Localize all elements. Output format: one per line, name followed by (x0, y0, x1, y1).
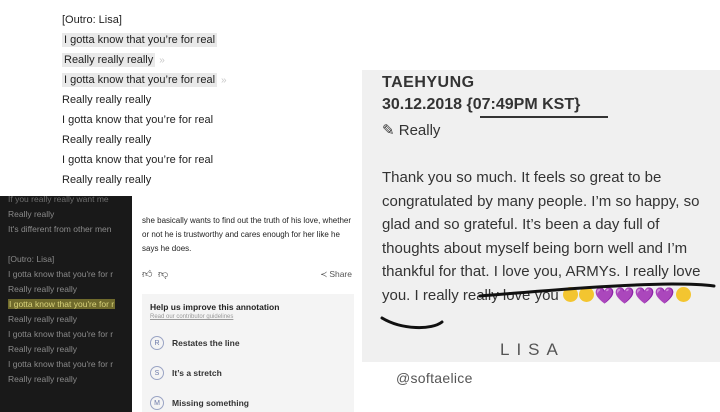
credit-handle: @softaelice (396, 370, 473, 386)
dark-lyric-text: I gotta know that you're for r (8, 269, 114, 279)
option-label: It’s a stretch (172, 368, 222, 378)
vote-row: 👍︎ 👎︎ ≺ Share (142, 268, 352, 282)
message-body-text: Thank you so much. It feels so great to … (382, 169, 701, 304)
dark-lyric-line (0, 237, 132, 252)
lyric-text: I gotta know that you’re for real (62, 33, 218, 47)
lyric-text: Really really really (62, 134, 152, 146)
dark-lyric-line: [Outro: Lisa] (0, 252, 132, 267)
lyric-line[interactable]: [Outro: Lisa] (62, 10, 362, 30)
dark-lyric-text: Really really really (8, 284, 77, 294)
lyric-line[interactable]: I gotta know that you’re for real (62, 110, 362, 130)
annotation-panel: she basically wants to find out the trut… (132, 196, 360, 412)
signature: LISA (500, 340, 565, 359)
annotation-text: she basically wants to find out the trut… (142, 216, 352, 253)
purple-hearts-icon: 💜💜💜💜 (594, 287, 675, 305)
dark-lyric-line: If you really really want me (0, 196, 132, 207)
lyric-line[interactable]: Really really really (62, 170, 362, 190)
option-letter-icon: M (150, 396, 164, 410)
feedback-option[interactable]: M Missing something (150, 388, 346, 412)
dark-lyric-text: I gotta know that you're for r (8, 329, 114, 339)
lyric-line[interactable]: I gotta know that you’re for real (62, 150, 362, 170)
thumbs-down-icon[interactable]: 👎︎ (158, 268, 168, 280)
lyric-line[interactable]: I gotta know that you’re for real (62, 30, 362, 50)
lyric-line[interactable]: Really really really (62, 90, 362, 110)
option-label: Restates the line (172, 338, 240, 348)
lyric-text: I gotta know that you’re for real (62, 114, 214, 126)
dark-lyric-line: I gotta know that you're for r (0, 297, 132, 312)
option-letter-icon: S (150, 366, 164, 380)
share-icon: ≺ (320, 269, 328, 279)
dark-lyric-line: Really really really (0, 312, 132, 327)
feedback-box: Help us improve this annotation Read our… (142, 294, 354, 412)
dark-lyric-text: I gotta know that you're for r (8, 299, 116, 309)
guidelines-link[interactable]: Read our contributor guidelines (150, 313, 346, 322)
message-card: TAEHYUNG 30.12.2018 {07:49PM KST} ✎ Real… (362, 70, 720, 362)
lyric-text: Really really really (62, 53, 156, 67)
option-label: Missing something (172, 398, 249, 408)
lyrics-panel: [Outro: Lisa] I gotta know that you’re fo… (62, 10, 362, 190)
lyric-text: [Outro: Lisa] (62, 14, 122, 26)
share-label: Share (329, 269, 352, 279)
feedback-title: Help us improve this annotation (150, 302, 280, 312)
lyric-text: Really really really (62, 174, 152, 186)
message-date: 30.12.2018 {07:49PM KST} (382, 96, 581, 113)
dark-lyrics-panel: If you really really want me Really reall… (0, 196, 132, 412)
dark-lyric-line: Really really really (0, 282, 132, 297)
dark-lyric-text: Really really really (8, 374, 77, 384)
lyric-text: Really really really (62, 94, 152, 106)
dark-lyric-text: Really really (8, 209, 55, 219)
dark-lyric-text: If you really really want me (8, 196, 109, 204)
feedback-option[interactable]: R Restates the line (150, 328, 346, 358)
emoji-row: 💜💜💜💜 (562, 286, 692, 305)
option-letter-icon: R (150, 336, 164, 350)
dark-lyric-text: [Outro: Lisa] (8, 254, 55, 264)
lyric-text: I gotta know that you’re for real (62, 154, 214, 166)
share-button[interactable]: ≺ Share (320, 269, 352, 280)
date-underline (480, 116, 608, 118)
lyric-line[interactable]: Really really really» (62, 50, 362, 70)
lyric-text: I gotta know that you’re for real (62, 73, 218, 87)
message-body: Thank you so much. It feels so great to … (382, 166, 712, 308)
dark-lyric-line: I gotta know that you're for r (0, 357, 132, 372)
dark-lyric-line: Really really really (0, 342, 132, 357)
dark-lyric-line: I gotta know that you're for r (0, 327, 132, 342)
chevron-right-icon: » (159, 55, 165, 66)
chevron-right-icon: » (221, 75, 227, 86)
lyric-line[interactable]: Really really really (62, 130, 362, 150)
feedback-options: R Restates the line S It’s a stretch M Missin… (150, 328, 346, 412)
smiling-emoji-icon (578, 286, 594, 302)
crying-emoji-icon (675, 286, 691, 302)
dark-lyric-line: It's different from other men (0, 222, 132, 237)
dark-lyric-line: Really really (0, 207, 132, 222)
dark-lyric-line: Really really really (0, 372, 132, 387)
message-topic: ✎ Really (382, 122, 441, 139)
feedback-option[interactable]: S It’s a stretch (150, 358, 346, 388)
smiling-emoji-icon (562, 286, 578, 302)
dark-lyric-line: I gotta know that you're for r (0, 267, 132, 282)
dark-lyric-text: Really really really (8, 344, 77, 354)
thumbs-up-icon[interactable]: 👍︎ (142, 268, 152, 280)
dark-lyric-text: Really really really (8, 314, 77, 324)
message-author: TAEHYUNG (382, 74, 475, 91)
lyric-line[interactable]: I gotta know that you’re for real» (62, 70, 362, 90)
dark-lyric-text: I gotta know that you're for r (8, 359, 114, 369)
dark-lyric-text: It's different from other men (8, 224, 112, 234)
